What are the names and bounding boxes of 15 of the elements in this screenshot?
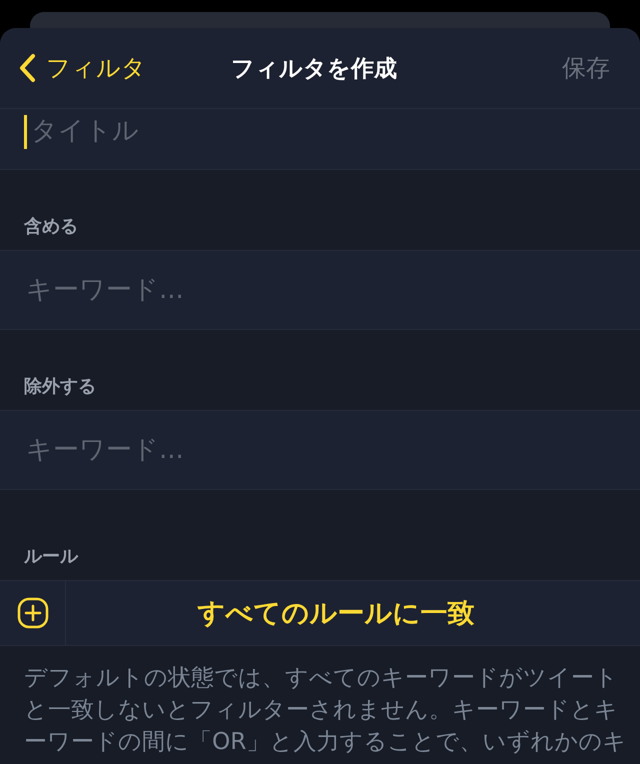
keyword-field[interactable]: キーワード...	[0, 250, 640, 330]
keyword-input[interactable]: キーワード...	[24, 274, 588, 306]
footer-note: デフォルトの状態では、すべてのキーワードがツイートと一致しないとフィルターされません。キーワードとキーワードの間に「OR」と入力することで、いずれかのキ	[23, 663, 628, 757]
back-button[interactable]: フィルタ	[18, 52, 146, 84]
chevron-left-icon	[18, 53, 36, 83]
screen-title: フィルタを作成	[231, 54, 397, 84]
title-field[interactable]: タイトル	[0, 108, 640, 170]
section-header: ルール	[24, 545, 78, 568]
section-header: 除外する	[24, 375, 96, 398]
match-all-rules-button[interactable]: すべてのルールに一致	[66, 581, 640, 645]
plus-icon	[16, 597, 48, 629]
keyword-field[interactable]: キーワード...	[0, 410, 640, 490]
keyword-input[interactable]: キーワード...	[24, 434, 588, 466]
title-input[interactable]: タイトル	[29, 115, 593, 147]
section-header: 含める	[24, 215, 78, 238]
